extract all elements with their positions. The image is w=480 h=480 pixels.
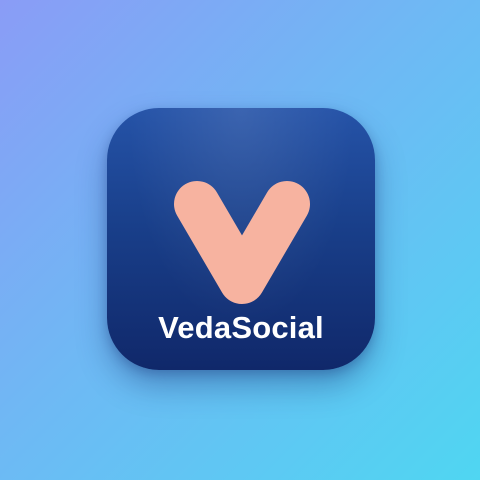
app-icon[interactable]: VedaSocial — [107, 108, 375, 370]
v-letter-icon — [174, 181, 310, 304]
brand-name: VedaSocial — [158, 310, 324, 345]
